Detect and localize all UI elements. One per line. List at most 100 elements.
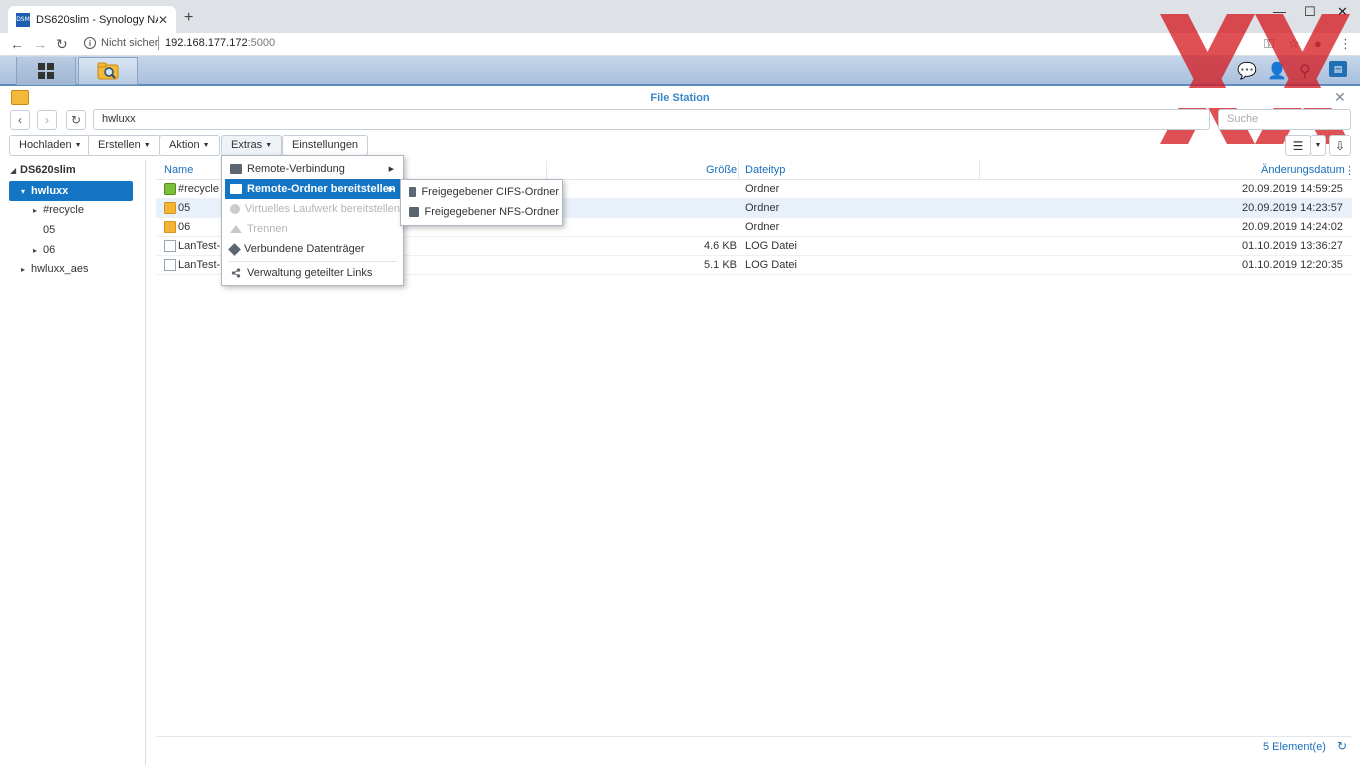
upload-button[interactable]: Hochladen ▼ xyxy=(9,135,92,156)
refresh-icon[interactable]: ↻ xyxy=(1337,739,1347,753)
info-icon[interactable]: i xyxy=(84,37,96,49)
settings-button[interactable]: Einstellungen xyxy=(282,135,369,156)
mount-remote-submenu: Freigegebener CIFS-Ordner Freigegebener … xyxy=(400,179,563,226)
tree-item-05[interactable]: 05 xyxy=(33,220,55,240)
expanded-icon: ▾ xyxy=(21,186,26,196)
close-window-icon[interactable]: ✕ xyxy=(1337,4,1348,20)
tree-root-label: DS620slim xyxy=(20,164,76,176)
menu-item-cifs-folder[interactable]: Freigegebener CIFS-Ordner xyxy=(404,182,559,202)
new-tab-icon[interactable]: + xyxy=(184,9,193,27)
column-size[interactable]: Größe xyxy=(706,164,737,176)
caret-down-icon: ▼ xyxy=(265,142,273,149)
column-modified[interactable]: Änderungsdatum xyxy=(1261,164,1345,176)
caret-down-icon: ▼ xyxy=(1314,142,1322,149)
notifications-icon[interactable]: 💬 xyxy=(1237,61,1257,81)
menu-item-label: Remote-Ordner bereitstellen xyxy=(247,183,396,195)
column-menu-icon[interactable]: ⋮ xyxy=(1344,164,1355,177)
extras-menu: Remote-Verbindung ▶ Remote-Ordner bereit… xyxy=(221,155,404,286)
file-name: LanTest-1 xyxy=(178,240,227,252)
upload-label: Hochladen xyxy=(19,139,72,151)
file-station-icon xyxy=(97,62,119,80)
eject-icon xyxy=(230,225,242,233)
browser-tab[interactable]: DSM DS620slim - Synology NAS ✕ xyxy=(8,6,176,33)
file-icon xyxy=(164,259,176,271)
window-close-icon[interactable]: ✕ xyxy=(1334,89,1346,106)
search-icon[interactable]: ⚲ xyxy=(1299,61,1311,81)
file-type: Ordner xyxy=(745,183,780,195)
forward-icon[interactable]: → xyxy=(33,36,47,52)
menu-item-label: Freigegebener NFS-Ordner xyxy=(424,206,559,218)
security-label[interactable]: Nicht sicher xyxy=(101,37,158,49)
maximize-icon[interactable]: ☐ xyxy=(1304,4,1316,20)
menu-item-nfs-folder[interactable]: Freigegebener NFS-Ordner xyxy=(404,202,559,222)
star-icon[interactable]: ☆ xyxy=(1288,36,1300,52)
close-tab-icon[interactable]: ✕ xyxy=(158,13,168,27)
main-menu-button[interactable] xyxy=(16,57,76,85)
search-placeholder: Suche xyxy=(1227,113,1259,125)
address-bar: ← → ↻ i Nicht sicher 192.168.177.172:500… xyxy=(0,33,1360,56)
back-button[interactable]: ‹ xyxy=(10,110,30,130)
menu-item-label: Virtuelles Laufwerk bereitstellen xyxy=(244,203,400,215)
dsm-taskbar: 💬 👤 ⚲ ▤ xyxy=(0,56,1360,86)
settings-label: Einstellungen xyxy=(292,139,359,151)
menu-item-mount-virtual-drive[interactable]: Virtuelles Laufwerk bereitstellen xyxy=(225,199,400,219)
tree-item-recycle[interactable]: ▸ #recycle xyxy=(33,200,84,220)
key-icon[interactable]: ⚿ xyxy=(1264,36,1274,52)
extras-button[interactable]: Extras ▼ xyxy=(221,135,283,156)
list-view-button[interactable]: ☰ xyxy=(1285,135,1311,156)
url-host: 192.168.177.172 xyxy=(165,37,248,49)
tree-item-hwluxx[interactable]: ▾ hwluxx xyxy=(9,181,133,201)
file-modified: 01.10.2019 13:36:27 xyxy=(1242,240,1343,252)
list-view-icon: ☰ xyxy=(1292,138,1304,153)
reload-icon[interactable]: ↻ xyxy=(56,36,68,53)
forward-button[interactable]: › xyxy=(37,110,57,130)
folder-icon xyxy=(164,202,176,214)
minimize-icon[interactable]: — xyxy=(1273,4,1286,19)
file-type: LOG Datei xyxy=(745,259,797,271)
menu-dots-icon[interactable]: ⋮ xyxy=(1339,36,1352,52)
profile-icon[interactable]: ● xyxy=(1314,36,1322,51)
extras-label: Extras xyxy=(231,139,263,151)
file-modified: 20.09.2019 14:59:25 xyxy=(1242,183,1343,195)
file-name: #recycle xyxy=(178,183,219,195)
menu-item-shared-links[interactable]: Verwaltung geteilter Links xyxy=(225,263,400,283)
file-icon xyxy=(164,240,176,252)
file-name: 06 xyxy=(178,221,191,233)
file-station-taskbar-button[interactable] xyxy=(78,57,138,85)
share-icon xyxy=(231,268,241,278)
file-modified: 20.09.2019 14:24:02 xyxy=(1242,221,1343,233)
column-type[interactable]: Dateityp xyxy=(745,164,785,176)
tree-item-hwluxx-aes[interactable]: ▸ hwluxx_aes xyxy=(21,259,88,279)
sort-icon: ⇩ xyxy=(1334,138,1346,153)
widgets-icon[interactable]: ▤ xyxy=(1329,61,1347,77)
submenu-arrow-icon: ▶ xyxy=(388,186,394,193)
menu-separator xyxy=(228,261,397,262)
tree-item-label: #recycle xyxy=(43,204,84,216)
monitor-icon xyxy=(230,184,242,194)
collapsed-icon: ▸ xyxy=(33,245,38,255)
menu-item-mount-remote-folder[interactable]: Remote-Ordner bereitstellen ▶ xyxy=(225,179,400,199)
monitor-icon xyxy=(409,207,420,217)
create-label: Erstellen xyxy=(98,139,141,151)
file-size: 4.6 KB xyxy=(704,240,738,252)
back-icon[interactable]: ← xyxy=(10,36,24,52)
caret-down-icon: ▼ xyxy=(202,142,210,149)
sort-button[interactable]: ⇩ xyxy=(1329,135,1351,156)
url-field[interactable]: 192.168.177.172:5000 xyxy=(165,37,275,49)
user-icon[interactable]: 👤 xyxy=(1267,61,1287,81)
view-dropdown-button[interactable]: ▼ xyxy=(1310,135,1326,156)
create-button[interactable]: Erstellen ▼ xyxy=(88,135,161,156)
menu-item-unmount[interactable]: Trennen xyxy=(225,219,400,239)
refresh-button[interactable]: ↻ xyxy=(66,110,86,130)
path-field[interactable]: hwluxx xyxy=(93,109,1210,130)
menu-item-label: Verwaltung geteilter Links xyxy=(247,267,373,279)
menu-item-mounted-volumes[interactable]: Verbundene Datenträger xyxy=(225,239,400,259)
file-type: Ordner xyxy=(745,221,780,233)
search-input[interactable]: Suche xyxy=(1218,109,1351,130)
menu-item-remote-connection[interactable]: Remote-Verbindung ▶ xyxy=(225,159,400,179)
action-button[interactable]: Aktion ▼ xyxy=(159,135,220,156)
tree-item-label: hwluxx_aes xyxy=(31,263,89,275)
tree-item-06[interactable]: ▸ 06 xyxy=(33,240,55,260)
column-name[interactable]: Name xyxy=(164,164,193,176)
tree-root[interactable]: ◢ DS620slim xyxy=(10,160,76,180)
